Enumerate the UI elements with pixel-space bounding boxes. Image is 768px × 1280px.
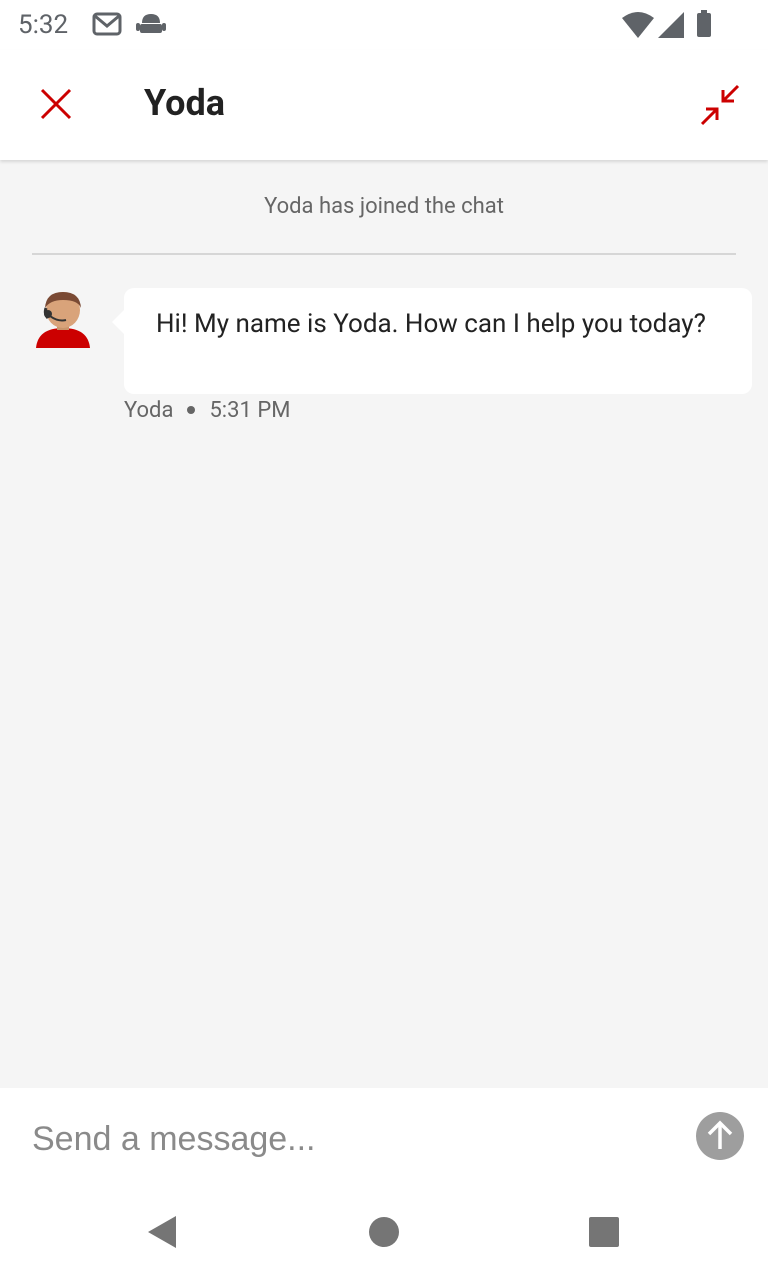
- wifi-icon: [622, 12, 654, 42]
- minimize-icon: [700, 84, 740, 126]
- message-sender: Yoda: [124, 398, 174, 423]
- message-text: Hi! My name is Yoda. How can I help you …: [156, 309, 706, 339]
- signal-icon: [658, 12, 684, 42]
- recents-button[interactable]: [588, 1216, 620, 1252]
- message-composer: [0, 1088, 768, 1188]
- home-icon: [369, 1217, 399, 1247]
- divider: [32, 253, 736, 255]
- status-bar: 5:32: [0, 0, 768, 50]
- message-meta: Yoda 5:31 PM: [124, 398, 290, 423]
- minimize-button[interactable]: [688, 74, 752, 134]
- agent-avatar-icon: [34, 290, 92, 354]
- system-message: Yoda has joined the chat: [264, 194, 504, 219]
- battery-icon: [696, 10, 712, 42]
- message-bubble: Hi! My name is Yoda. How can I help you …: [112, 288, 752, 394]
- send-arrow-icon: [696, 1112, 744, 1160]
- close-button[interactable]: [24, 74, 88, 134]
- home-button[interactable]: [368, 1216, 400, 1252]
- back-button[interactable]: [146, 1214, 178, 1254]
- back-icon: [148, 1216, 176, 1248]
- send-button[interactable]: [696, 1112, 744, 1160]
- navigation-bar: [0, 1188, 768, 1280]
- android-debug-icon: [136, 11, 166, 41]
- close-icon: [40, 88, 72, 120]
- message-time: 5:31 PM: [209, 398, 291, 423]
- gmail-icon: [92, 12, 122, 40]
- message-input[interactable]: [30, 1110, 674, 1168]
- recents-icon: [589, 1217, 619, 1247]
- separator-dot: [187, 405, 196, 414]
- chat-transcript[interactable]: Yoda has joined the chat Hi! My name is …: [0, 160, 768, 1088]
- chat-header: Yoda: [0, 50, 768, 160]
- status-time: 5:32: [18, 10, 69, 40]
- page-title: Yoda: [144, 82, 225, 124]
